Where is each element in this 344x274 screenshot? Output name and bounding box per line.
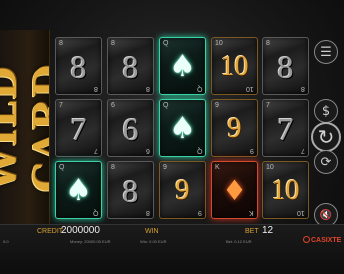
card-corner: Q <box>163 102 169 109</box>
card-corner: 8 <box>59 40 63 47</box>
reel-cell: 9 9 9 <box>211 99 258 157</box>
card-corner: 10 <box>215 40 223 47</box>
card-corner: 9 <box>250 147 254 154</box>
reel-cell: 777 <box>55 99 102 157</box>
reel-cell: 888 <box>55 37 102 95</box>
autoplay-icon: ⟳ <box>320 154 332 170</box>
coin-button[interactable]: $ <box>314 99 338 123</box>
card-corner: 9 <box>198 209 202 216</box>
money-text: Money: 20000.00 EUR <box>70 239 111 244</box>
card-corner: 10 <box>246 85 254 92</box>
card-rank: 6 <box>122 111 139 147</box>
bet-label: BET <box>245 228 259 235</box>
spade-icon: ♠ <box>169 111 196 146</box>
credit-value: 2000000 <box>61 225 100 236</box>
card-corner: 6 <box>111 102 115 109</box>
reel-cell: 888 <box>262 37 309 95</box>
win-label: WIN <box>145 228 159 235</box>
card-corner: Q <box>59 164 65 171</box>
mute-icon: 🔇 <box>319 209 333 221</box>
autoplay-button[interactable]: ⟳ <box>314 150 338 174</box>
menu-button[interactable]: ☰ <box>314 40 338 64</box>
card-corner: K <box>215 164 220 171</box>
card-corner: 10 <box>297 209 305 216</box>
reel-cell: Q ♠ Q <box>159 37 206 95</box>
spade-icon: ♠ <box>65 173 92 208</box>
win-small-text: Win: 0.00 EUR <box>140 239 167 244</box>
card-rank: 7 <box>277 111 294 147</box>
bet-value[interactable]: 12 <box>262 225 273 236</box>
reel-cell: 666 <box>107 99 154 157</box>
card-corner: 8 <box>301 85 305 92</box>
card-corner: 8 <box>146 209 150 216</box>
card-corner: 7 <box>266 102 270 109</box>
card-corner: 9 <box>163 164 167 171</box>
card-rank: 9 <box>175 175 190 206</box>
card-rank: 8 <box>122 49 139 85</box>
spin-button[interactable]: ↻ <box>311 122 341 152</box>
reel-cell: 10 10 10 <box>211 37 258 95</box>
brand-logo: CASIXTE <box>303 236 341 244</box>
card-corner: Q <box>196 85 202 92</box>
spade-icon: ♠ <box>169 49 196 84</box>
card-corner: 7 <box>301 147 305 154</box>
logo-text: WILD CARD <box>0 63 50 193</box>
reel-cell: Q ♠ Q <box>159 99 206 157</box>
card-rank: 10 <box>271 175 300 206</box>
reel-cell: Q ♠ Q <box>55 161 102 219</box>
reel-cell: 9 9 9 <box>159 161 206 219</box>
bottom-bar: CREDIT 2000000 WIN BET 12 0:0 Money: 200… <box>0 224 344 274</box>
card-rank: 8 <box>70 49 87 85</box>
credit-label: CREDIT <box>37 228 64 235</box>
card-rank: 9 <box>227 113 242 144</box>
card-corner: Q <box>196 147 202 154</box>
brand-text: CASIXTE <box>311 237 342 244</box>
card-corner: 6 <box>146 147 150 154</box>
brand-icon <box>303 236 310 243</box>
card-corner: 8 <box>111 40 115 47</box>
reel-cell: 777 <box>262 99 309 157</box>
card-rank: 10 <box>220 51 249 82</box>
card-rank: 8 <box>122 173 139 209</box>
card-corner: 9 <box>215 102 219 109</box>
card-corner: 7 <box>94 147 98 154</box>
wild-card-logo: WILD CARD <box>0 30 50 226</box>
reel-cell: K ♦ K <box>211 161 258 219</box>
card-corner: 10 <box>266 164 274 171</box>
diamond-icon: ♦ <box>221 174 248 207</box>
card-corner: 7 <box>59 102 63 109</box>
reel-cell: 888 <box>107 37 154 95</box>
card-rank: 7 <box>70 111 87 147</box>
bet-small-text: Bet: 0.12 EUR <box>226 239 252 244</box>
card-corner: 8 <box>266 40 270 47</box>
card-corner: 8 <box>111 164 115 171</box>
card-corner: 8 <box>94 85 98 92</box>
card-rank: 8 <box>277 49 294 85</box>
card-corner: Q <box>92 209 98 216</box>
spin-icon: ↻ <box>317 125 335 149</box>
left-small-text: 0:0 <box>3 239 9 244</box>
coin-icon: $ <box>321 103 331 119</box>
reel-cell: 10 10 10 <box>262 161 309 219</box>
menu-icon: ☰ <box>320 44 332 60</box>
reel-cell: 888 <box>107 161 154 219</box>
card-corner: Q <box>163 40 169 47</box>
card-corner: 8 <box>146 85 150 92</box>
card-corner: K <box>249 209 254 216</box>
slot-game: WILD CARD 8 8 8 8 8 8 Q ♠ Q 10 10 10 8 8 8 7 7 7 6 6 6 Q ♠ Q 9 9 9… <box>0 0 344 274</box>
